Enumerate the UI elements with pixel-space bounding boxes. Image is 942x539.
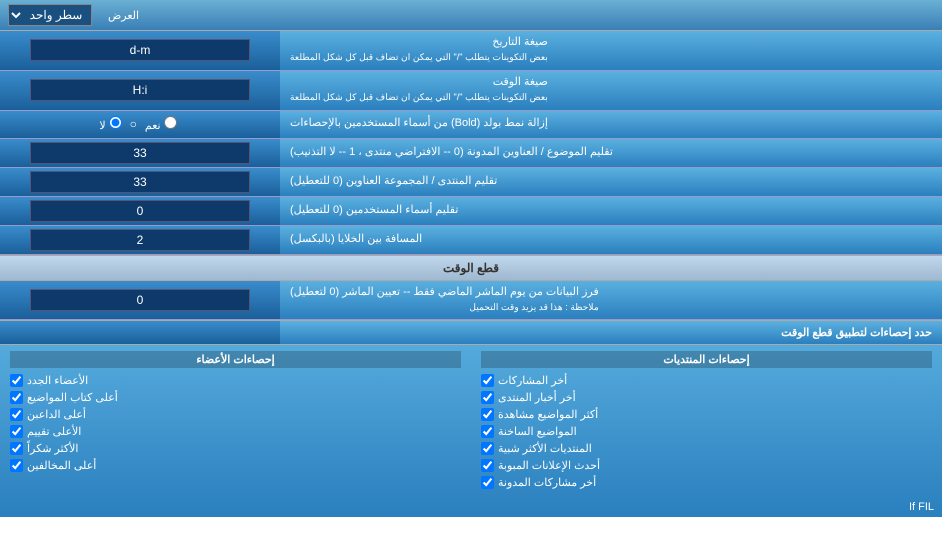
col-member-stats-header: إحصاءات الأعضاء <box>10 351 461 368</box>
checkbox-most-thanked-input[interactable] <box>10 442 23 455</box>
date-format-input-cell <box>0 31 280 70</box>
checkbox-top-authors-input[interactable] <box>10 391 23 404</box>
checkbox-latest-ads: أحدث الإعلانات المبوبة <box>481 457 932 474</box>
forum-order-input[interactable] <box>30 171 250 193</box>
bold-remove-label: إزالة نمط بولد (Bold) من أسماء المستخدمي… <box>280 111 942 138</box>
checkbox-top-authors: أعلى كتاب المواضيع <box>10 389 461 406</box>
cut-time-label: فرز البيانات من يوم الماشر الماضي فقط --… <box>280 281 942 320</box>
checkbox-top-rated-input[interactable] <box>10 425 23 438</box>
user-names-input-cell <box>0 197 280 225</box>
apply-label-row: حدد إحصاءات لتطبيق قطع الوقت <box>0 321 942 345</box>
forum-order-label: تقليم المنتدى / المجموعة العناوين (0 للت… <box>280 168 942 196</box>
radio-yes-label: نعم <box>145 116 177 132</box>
time-format-row: صيغة الوقتبعض التكوينات يتطلب "/" التي ي… <box>0 71 942 111</box>
cut-time-input-cell <box>0 281 280 320</box>
col-member-stats: إحصاءات الأعضاء الأعضاء الجدد أعلى كتاب … <box>0 345 471 497</box>
checkbox-forum-news-input[interactable] <box>481 391 494 404</box>
checkbox-top-rated: الأعلى تقييم <box>10 423 461 440</box>
checkbox-blog-posts: أخر مشاركات المدونة <box>481 474 932 491</box>
bold-remove-input-cell: نعم ○ لا <box>0 111 280 138</box>
topic-order-row: تقليم الموضوع / العناوين المدونة (0 -- ا… <box>0 139 942 168</box>
date-format-label: صيغة التاريخبعض التكوينات يتطلب "/" التي… <box>280 31 942 70</box>
checkbox-similar-forums-input[interactable] <box>481 442 494 455</box>
checkbox-blog-posts-input[interactable] <box>481 476 494 489</box>
topic-order-label: تقليم الموضوع / العناوين المدونة (0 -- ا… <box>280 139 942 167</box>
time-format-label: صيغة الوقتبعض التكوينات يتطلب "/" التي ي… <box>280 71 942 110</box>
checkbox-new-members-input[interactable] <box>10 374 23 387</box>
checkboxes-columns: إحصاءات المنتديات أخر المشاركات أخر أخبا… <box>0 345 942 497</box>
top-display-label: العرض <box>100 0 942 30</box>
apply-label-spacer <box>0 321 280 344</box>
top-select-area: سطر واحد سطرين ثلاثة أسطر <box>0 0 100 30</box>
checkbox-new-members: الأعضاء الجدد <box>10 372 461 389</box>
radio-yes[interactable] <box>164 116 177 129</box>
checkbox-top-posters: أعلى الداعبن <box>10 406 461 423</box>
checkbox-most-viewed: أكثر المواضيع مشاهدة <box>481 406 932 423</box>
forum-order-input-cell <box>0 168 280 196</box>
display-select[interactable]: سطر واحد سطرين ثلاثة أسطر <box>8 4 92 26</box>
user-names-label: تقليم أسماء المستخدمين (0 للتعطيل) <box>280 197 942 225</box>
checkbox-top-warned: أعلى المخالفين <box>10 457 461 474</box>
checkboxes-section: حدد إحصاءات لتطبيق قطع الوقت إحصاءات الم… <box>0 320 942 517</box>
checkbox-latest-ads-input[interactable] <box>481 459 494 472</box>
col-forum-stats-header: إحصاءات المنتديات <box>481 351 932 368</box>
bottom-text: If FIL <box>0 497 942 517</box>
topic-order-input-cell <box>0 139 280 167</box>
time-format-input[interactable] <box>30 79 250 101</box>
radio-no-label: لا <box>99 116 121 132</box>
apply-label: حدد إحصاءات لتطبيق قطع الوقت <box>280 321 942 344</box>
cell-spacing-input[interactable] <box>30 229 250 251</box>
checkbox-hot-topics: المواضيع الساخنة <box>481 423 932 440</box>
user-names-row: تقليم أسماء المستخدمين (0 للتعطيل) <box>0 197 942 226</box>
cell-spacing-row: المسافة بين الخلايا (بالبكسل) <box>0 226 942 255</box>
topic-order-input[interactable] <box>30 142 250 164</box>
checkbox-top-warned-input[interactable] <box>10 459 23 472</box>
cell-spacing-label: المسافة بين الخلايا (بالبكسل) <box>280 226 942 254</box>
top-row: العرض سطر واحد سطرين ثلاثة أسطر <box>0 0 942 31</box>
checkbox-forum-news: أخر أخبار المنتدى <box>481 389 932 406</box>
checkbox-most-thanked: الأكثر شكراً <box>10 440 461 457</box>
checkbox-similar-forums: المنتديات الأكثر شبية <box>481 440 932 457</box>
checkbox-last-posts: أخر المشاركات <box>481 372 932 389</box>
checkbox-last-posts-input[interactable] <box>481 374 494 387</box>
bold-remove-row: إزالة نمط بولد (Bold) من أسماء المستخدمي… <box>0 111 942 139</box>
time-format-input-cell <box>0 71 280 110</box>
radio-no[interactable] <box>109 116 122 129</box>
radio-spacer: ○ <box>130 117 137 131</box>
checkbox-top-posters-input[interactable] <box>10 408 23 421</box>
checkbox-most-viewed-input[interactable] <box>481 408 494 421</box>
col-forum-stats: إحصاءات المنتديات أخر المشاركات أخر أخبا… <box>471 345 942 497</box>
radio-group: نعم ○ لا <box>99 116 180 132</box>
cut-time-input[interactable] <box>30 289 250 311</box>
user-names-input[interactable] <box>30 200 250 222</box>
checkbox-hot-topics-input[interactable] <box>481 425 494 438</box>
cut-time-row: فرز البيانات من يوم الماشر الماضي فقط --… <box>0 281 942 321</box>
date-format-row: صيغة التاريخبعض التكوينات يتطلب "/" التي… <box>0 31 942 71</box>
section-cut-header: قطع الوقت <box>0 255 942 281</box>
date-format-input[interactable] <box>30 39 250 61</box>
forum-order-row: تقليم المنتدى / المجموعة العناوين (0 للت… <box>0 168 942 197</box>
cell-spacing-input-cell <box>0 226 280 254</box>
